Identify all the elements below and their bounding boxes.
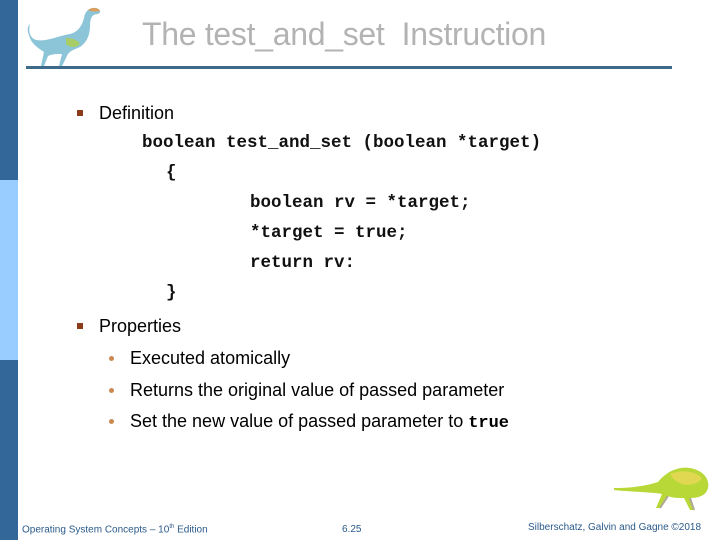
code-line: return rv:: [250, 253, 356, 273]
bullet-dot-icon: [109, 388, 114, 393]
section-label-properties: Properties: [99, 316, 182, 336]
code-line: }: [166, 283, 177, 303]
code-line: *target = true;: [250, 223, 408, 243]
dinosaur-icon: [614, 467, 709, 511]
bullet-square-icon: [77, 323, 83, 329]
bullet-square-icon: [77, 110, 83, 116]
sidebar-bar-top: [0, 0, 18, 180]
inline-code: true: [468, 414, 510, 433]
code-line: boolean test_and_set (boolean *target): [142, 133, 542, 153]
footer-book-suffix: Edition: [174, 524, 208, 536]
bullet-dot-icon: [109, 356, 114, 361]
section-label-definition: Definition: [99, 103, 175, 123]
dinosaur-icon: [27, 7, 101, 66]
footer-authors: Silberschatz, Galvin and Gagne ©2018: [528, 522, 702, 533]
property-item-text: Set the new value of passed parameter to: [130, 411, 469, 431]
sidebar-bar-bottom: [0, 360, 18, 540]
title-underline: [26, 66, 672, 69]
bullet-dot-icon: [109, 419, 114, 424]
sidebar-bar-middle: [0, 180, 18, 360]
property-item: Returns the original value of passed par…: [130, 380, 505, 400]
property-item: Set the new value of passed parameter to…: [130, 411, 509, 433]
footer-page-number: 6.25: [342, 524, 362, 535]
code-line: {: [166, 163, 177, 183]
code-line: boolean rv = *target;: [250, 193, 471, 213]
footer-book-prefix: Operating System Concepts – 10: [22, 524, 170, 536]
slide-title: The test_and_set Instruction: [142, 16, 546, 52]
footer-book: Operating System Concepts – 10th Edition: [22, 524, 208, 535]
property-item: Executed atomically: [130, 348, 291, 368]
